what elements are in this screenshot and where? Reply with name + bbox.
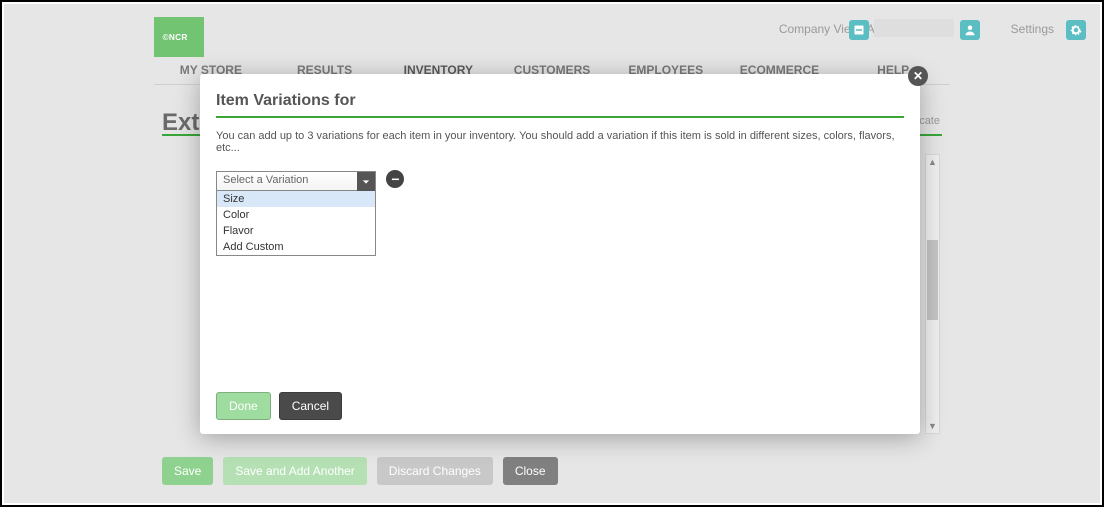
variation-option-custom[interactable]: Add Custom xyxy=(217,239,375,255)
scroll-up-icon[interactable]: ▲ xyxy=(926,155,939,169)
remove-variation-icon[interactable]: − xyxy=(386,170,404,188)
scroll-down-icon[interactable]: ▼ xyxy=(926,419,939,433)
gear-icon[interactable] xyxy=(1066,20,1086,40)
cancel-button[interactable]: Cancel xyxy=(279,392,342,420)
chevron-down-icon[interactable] xyxy=(357,172,375,192)
variation-select[interactable]: Select a Variation xyxy=(216,171,376,191)
variation-select-wrap: Select a Variation Size Color Flavor Add… xyxy=(216,171,376,191)
header-spacer xyxy=(874,19,954,37)
variation-option-size[interactable]: Size xyxy=(217,191,375,207)
content-scrollbar[interactable]: ▲ ▼ xyxy=(925,154,940,434)
variation-option-color[interactable]: Color xyxy=(217,207,375,223)
save-add-another-button[interactable]: Save and Add Another xyxy=(223,457,366,485)
page-title: Ext xyxy=(162,109,199,137)
stores-icon[interactable] xyxy=(849,20,869,40)
done-button[interactable]: Done xyxy=(216,392,271,420)
settings-link[interactable]: Settings xyxy=(1011,22,1054,36)
brand-logo: ©NCR xyxy=(154,17,204,57)
modal-action-bar: Done Cancel xyxy=(216,392,342,420)
user-icon[interactable] xyxy=(960,20,980,40)
item-variations-modal: ✕ Item Variations for You can add up to … xyxy=(200,74,920,434)
duplicate-link[interactable]: icate xyxy=(917,115,940,127)
svg-text:©NCR: ©NCR xyxy=(163,33,188,42)
modal-description: You can add up to 3 variations for each … xyxy=(216,130,904,154)
variation-select-value: Select a Variation xyxy=(223,174,308,186)
scroll-thumb[interactable] xyxy=(927,240,938,320)
close-button[interactable]: Close xyxy=(503,457,558,485)
page-action-bar: Save Save and Add Another Discard Change… xyxy=(162,457,558,485)
modal-divider xyxy=(216,116,904,118)
variation-dropdown: Size Color Flavor Add Custom xyxy=(216,191,376,256)
modal-title: Item Variations for xyxy=(216,92,904,110)
variation-option-flavor[interactable]: Flavor xyxy=(217,223,375,239)
discard-changes-button[interactable]: Discard Changes xyxy=(377,457,493,485)
save-button[interactable]: Save xyxy=(162,457,213,485)
modal-close-icon[interactable]: ✕ xyxy=(908,66,928,86)
